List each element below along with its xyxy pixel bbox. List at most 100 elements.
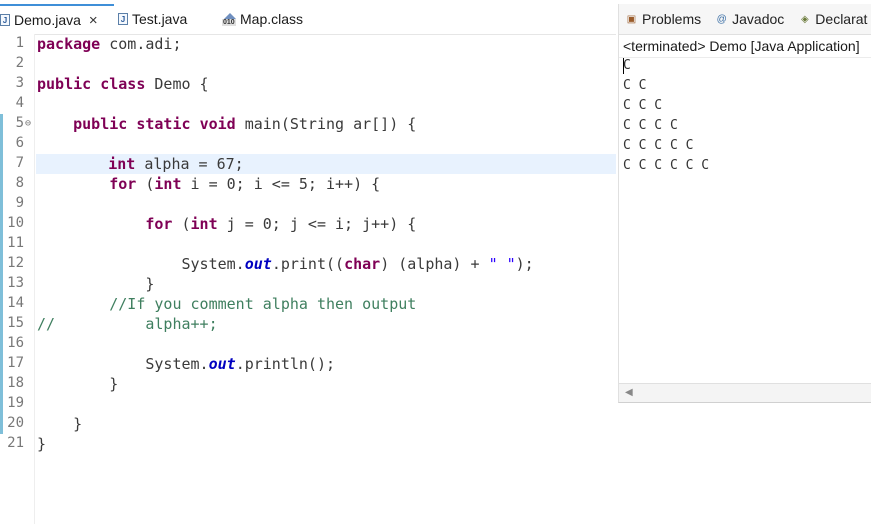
code-line[interactable]: // alpha++; xyxy=(37,314,218,334)
javadoc-icon: @ xyxy=(716,13,727,25)
tab-declarat[interactable]: ◈ Declarat xyxy=(798,11,868,27)
console-output-line: C C xyxy=(623,78,647,93)
class-file-icon: 010 xyxy=(222,12,238,26)
line-number: 1 xyxy=(15,35,24,51)
code-token: //If you comment alpha then output xyxy=(109,295,417,313)
console-output-line: C C C xyxy=(623,98,663,113)
code-line[interactable]: } xyxy=(37,434,46,454)
scroll-left-icon[interactable]: ◀ xyxy=(625,387,633,398)
line-number: 12 xyxy=(7,255,24,271)
code-token: int xyxy=(190,215,218,233)
line-number: 21 xyxy=(7,435,24,451)
code-line[interactable]: System.out.print((char) (alpha) + " "); xyxy=(37,254,534,274)
code-token: public xyxy=(73,115,128,133)
code-token: char xyxy=(344,255,381,273)
code-token: ( xyxy=(136,175,155,193)
console-output-line: C C C C xyxy=(623,118,678,133)
code-token: } xyxy=(37,435,47,453)
code-token: out xyxy=(208,355,236,373)
code-token: class xyxy=(100,75,146,93)
code-line[interactable]: } xyxy=(37,414,82,434)
line-number: 16 xyxy=(7,335,24,351)
code-token: .print(( xyxy=(271,255,345,273)
code-token: } xyxy=(37,415,83,433)
code-line[interactable]: public static void main(String ar[]) { xyxy=(37,114,416,134)
line-number: 6 xyxy=(15,135,24,151)
console-tab-bar: ▣ Problems @ Javadoc ◈ Declarat xyxy=(619,4,871,35)
editor-tab-label: Test.java xyxy=(132,11,188,27)
close-icon[interactable]: × xyxy=(89,12,98,29)
line-number: 15 xyxy=(7,315,24,331)
declaration-icon: ◈ xyxy=(800,13,809,25)
line-number: 9 xyxy=(15,195,24,211)
code-token: System. xyxy=(37,355,209,373)
line-number: 18 xyxy=(7,375,24,391)
line-number: 10 xyxy=(7,215,24,231)
code-editor[interactable]: 1 package com.adi; 2 3 public class Demo {4 5… xyxy=(0,34,616,524)
code-token: static xyxy=(136,115,191,133)
line-number: 8 xyxy=(15,175,24,191)
code-token: .println(); xyxy=(235,355,336,373)
code-line[interactable]: } xyxy=(37,374,118,394)
code-token: ) (alpha) + xyxy=(380,255,489,273)
console-tab-label: Declarat xyxy=(815,11,868,27)
line-number: 4 xyxy=(15,95,24,111)
java-file-icon: J xyxy=(118,13,128,25)
code-line[interactable]: //If you comment alpha then output xyxy=(37,294,416,314)
code-token: ); xyxy=(515,255,534,273)
code-token: for xyxy=(109,175,137,193)
code-token: ( xyxy=(172,215,191,233)
code-token: int xyxy=(108,155,136,173)
code-line[interactable]: for (int j = 0; j <= i; j++) { xyxy=(37,214,416,234)
text-cursor xyxy=(623,58,624,74)
code-token: int xyxy=(154,175,182,193)
code-line[interactable]: System.out.println(); xyxy=(37,354,335,374)
line-number: 11 xyxy=(7,235,24,251)
code-line[interactable]: int alpha = 67; xyxy=(36,154,616,174)
tab-problems[interactable]: ▣ Problems xyxy=(625,11,701,27)
line-number: 14 xyxy=(7,295,24,311)
code-line[interactable]: public class Demo { xyxy=(37,74,209,94)
line-number: 13 xyxy=(7,275,24,291)
console-output-line: C C C C C xyxy=(623,138,694,153)
code-token: i = 0; i <= 5; i++) { xyxy=(181,175,381,193)
editor-tab-demo-java[interactable]: J Demo.java × xyxy=(0,4,114,34)
code-line[interactable]: package com.adi; xyxy=(37,34,182,54)
line-number: 20 xyxy=(7,415,24,431)
editor-tab-test-java[interactable]: J Test.java xyxy=(118,6,218,32)
code-token: alpha = 67; xyxy=(135,155,244,173)
fold-toggle-icon[interactable]: ⊖ xyxy=(25,118,31,129)
line-number: 17 xyxy=(7,355,24,371)
code-token: } xyxy=(37,375,119,393)
line-number: 19 xyxy=(7,395,24,411)
code-token: alpha++; xyxy=(55,315,218,333)
line-number: 2 xyxy=(15,55,24,71)
code-token: com.adi; xyxy=(100,35,182,53)
editor-tab-label: Map.class xyxy=(240,11,304,27)
code-line[interactable]: } xyxy=(37,274,154,294)
code-token: for xyxy=(145,215,173,233)
code-token: main(String ar[]) { xyxy=(235,115,417,133)
line-number: 5 xyxy=(15,115,24,131)
line-number: 7 xyxy=(15,155,24,171)
editor-tab-map-class[interactable]: 010 Map.class xyxy=(222,6,342,32)
console-tab-label: Problems xyxy=(642,11,702,27)
editor-tab-label: Demo.java xyxy=(14,12,81,28)
console-output[interactable]: C C C C C C C C C C C C C C C C C C C C C xyxy=(623,56,709,176)
code-token: void xyxy=(199,115,236,133)
code-token: out xyxy=(244,255,272,273)
horizontal-scrollbar[interactable]: ◀ xyxy=(619,383,871,402)
code-token: Demo { xyxy=(145,75,209,93)
console-output-line: C xyxy=(623,58,631,73)
code-token: } xyxy=(37,275,155,293)
code-line[interactable]: for (int i = 0; i <= 5; i++) { xyxy=(37,174,380,194)
tab-javadoc[interactable]: @ Javadoc xyxy=(715,11,785,27)
console-output-line: C C C C C C xyxy=(623,158,710,173)
code-token: j = 0; j <= i; j++) { xyxy=(217,215,417,233)
problems-icon: ▣ xyxy=(626,13,637,25)
